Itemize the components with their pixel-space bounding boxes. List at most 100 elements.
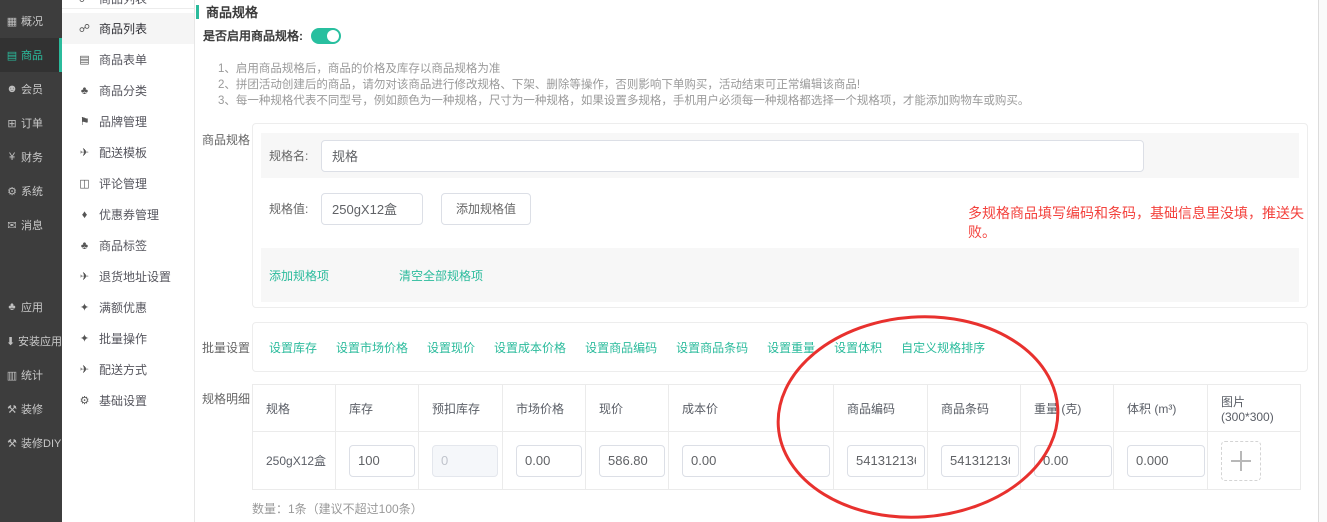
set-weight-link[interactable]: 设置重量 [767,339,815,356]
set-cost-price-link[interactable]: 设置成本价格 [494,339,566,356]
sidebar2-item-label: 商品标签 [99,237,147,254]
note-line: 2、拼团活动创建后的商品，请勿对该商品进行修改规格、下架、删除等操作，否则影响下… [218,77,1029,93]
sidebar-item-decorate[interactable]: ⚒装修 [0,392,62,426]
sidebar-item-label: 商品 [21,47,43,63]
col-withhold-stock: 预扣库存 [419,385,503,432]
sidebar-item-decorate-diy[interactable]: ⚒装修DIY [0,426,62,460]
weight-input[interactable] [1034,445,1112,477]
sidebar2-item-basic-settings[interactable]: ⚙基础设置 [62,385,194,416]
category-tree-icon: ♣ [77,85,92,97]
decorate-diy-hammer-icon: ⚒ [5,437,19,450]
sidebar2-divider [62,8,194,9]
add-spec-item-link[interactable]: 添加规格项 [269,267,329,284]
sidebar-item-finance[interactable]: ¥财务 [0,140,62,174]
set-goods-barcode-link[interactable]: 设置商品条码 [676,339,748,356]
sidebar2-item-delivery-template[interactable]: ✈ 配送模板 [62,137,194,168]
messages-bubble-icon: ✉ [5,219,19,232]
sidebar2-item-goods-tags[interactable]: ♣商品标签 [62,230,194,261]
enable-spec-toggle[interactable] [311,28,341,44]
set-stock-link[interactable]: 设置库存 [269,339,317,356]
col-weight: 重量 (克) [1021,385,1114,432]
custom-spec-sort-link[interactable]: 自定义规格排序 [901,339,985,356]
share-nodes-icon: ☍ [77,0,92,5]
spec-detail-table: 规格 库存 预扣库存 市场价格 现价 成本价 商品编码 商品条码 重量 (克) … [252,384,1301,490]
sidebar2-item-batch-operation[interactable]: ✦批量操作 [62,323,194,354]
install-download-icon: ⬇ [5,335,16,348]
decorate-hammer-icon: ⚒ [5,403,19,416]
add-spec-value-button[interactable]: 添加规格值 [441,193,531,225]
sidebar2-item-label: 配送方式 [99,361,147,378]
batch-settings-label: 批量设置 [202,339,250,356]
goods-icon: ▤ [5,49,19,62]
sidebar2-clipped-item[interactable]: ☍ 商品列表 [62,0,194,8]
sidebar-item-label: 消息 [21,217,43,233]
gift-icon: ✦ [77,332,92,345]
sidebar-item-system[interactable]: ⚙系统 [0,174,62,208]
sidebar-item-install-apps[interactable]: ⬇安装应用 [0,324,62,358]
spec-name-input[interactable] [321,140,1144,172]
sidebar-item-label: 统计 [21,367,43,383]
sidebar-item-overview[interactable]: ▦概况 [0,4,62,38]
sidebar-item-goods[interactable]: ▤商品 [0,38,62,72]
col-image: 图片 (300*300) [1208,385,1301,432]
col-goods-barcode: 商品条码 [928,385,1021,432]
sidebar-item-members[interactable]: ☻会员 [0,72,62,106]
volume-input[interactable] [1127,445,1205,477]
note-line: 3、每一种规格代表不同型号，例如颜色为一种规格，尺寸为一种规格，如果设置多规格，… [218,93,1029,109]
sidebar2-item-label: 商品表单 [99,51,147,68]
sidebar-item-label: 应用 [21,299,43,315]
finance-yen-icon: ¥ [5,151,19,163]
truck-icon: ✈ [77,363,92,376]
cost-price-input[interactable] [682,445,830,477]
comments-icon: ◫ [77,177,92,190]
sidebar2-item-comments[interactable]: ◫评论管理 [62,168,194,199]
toggle-knob [327,30,339,42]
sidebar2-item-label: 商品列表 [99,0,147,7]
page-title: 商品规格 [196,2,258,21]
col-goods-code: 商品编码 [834,385,928,432]
sidebar-item-statistics[interactable]: ▥统计 [0,358,62,392]
sidebar2-item-goods-list[interactable]: ☍商品列表 [62,13,194,44]
enable-spec-label: 是否启用商品规格: [203,27,303,44]
truck-icon: ✈ [77,270,92,283]
sidebar-item-label: 概况 [21,13,43,29]
vertical-scrollbar[interactable] [1318,0,1327,522]
sidebar-item-label: 会员 [21,81,43,97]
spec-value-label: 规格值: [269,200,321,217]
sidebar2-item-full-discount[interactable]: ✦满额优惠 [62,292,194,323]
sidebar2-item-label: 品牌管理 [99,113,147,130]
stock-input[interactable] [349,445,415,477]
clear-all-spec-link[interactable]: 清空全部规格项 [399,267,483,284]
goods-barcode-input[interactable] [941,445,1019,477]
market-price-input[interactable] [516,445,582,477]
table-header-row: 规格 库存 预扣库存 市场价格 现价 成本价 商品编码 商品条码 重量 (克) … [253,385,1301,432]
sidebar-item-label: 安装应用 [18,333,62,349]
sidebar2-item-coupons[interactable]: ♦优惠券管理 [62,199,194,230]
set-goods-code-link[interactable]: 设置商品编码 [585,339,657,356]
set-market-price-link[interactable]: 设置市场价格 [336,339,408,356]
set-price-link[interactable]: 设置现价 [427,339,475,356]
sidebar-item-messages[interactable]: ✉消息 [0,208,62,242]
image-upload-plus-button[interactable] [1221,441,1261,481]
sidebar-item-apps[interactable]: ♣应用 [0,290,62,324]
withhold-stock-input [432,445,498,477]
secondary-sidebar: ☍商品列表 ☍商品列表 ▤商品表单 ♣商品分类 ⚑品牌管理 ✈配送模板 ◫评论管… [62,0,195,522]
sidebar2-item-brand[interactable]: ⚑品牌管理 [62,106,194,137]
sidebar2-item-return-address[interactable]: ✈退货地址设置 [62,261,194,292]
spec-name-label: 规格名: [269,147,321,164]
spec-value-input[interactable] [321,193,423,225]
page-title-text: 商品规格 [206,2,258,21]
coupon-tag-icon: ♦ [77,209,92,221]
members-icon: ☻ [5,83,19,95]
goods-code-input[interactable] [847,445,925,477]
sidebar2-item-delivery-method[interactable]: ✈ 配送方式 [62,354,194,385]
sidebar2-item-goods-category[interactable]: ♣商品分类 [62,75,194,106]
set-volume-link[interactable]: 设置体积 [834,339,882,356]
batch-settings-box: 设置库存 设置市场价格 设置现价 设置成本价格 设置商品编码 设置商品条码 设置… [252,322,1308,372]
sidebar2-item-goods-form[interactable]: ▤商品表单 [62,44,194,75]
price-input[interactable] [599,445,665,477]
sidebar-item-label: 系统 [21,183,43,199]
sidebar-item-orders[interactable]: ⊞订单 [0,106,62,140]
truck-icon: ✈ [77,146,92,159]
sidebar2-item-label: 配送模板 [99,144,147,161]
